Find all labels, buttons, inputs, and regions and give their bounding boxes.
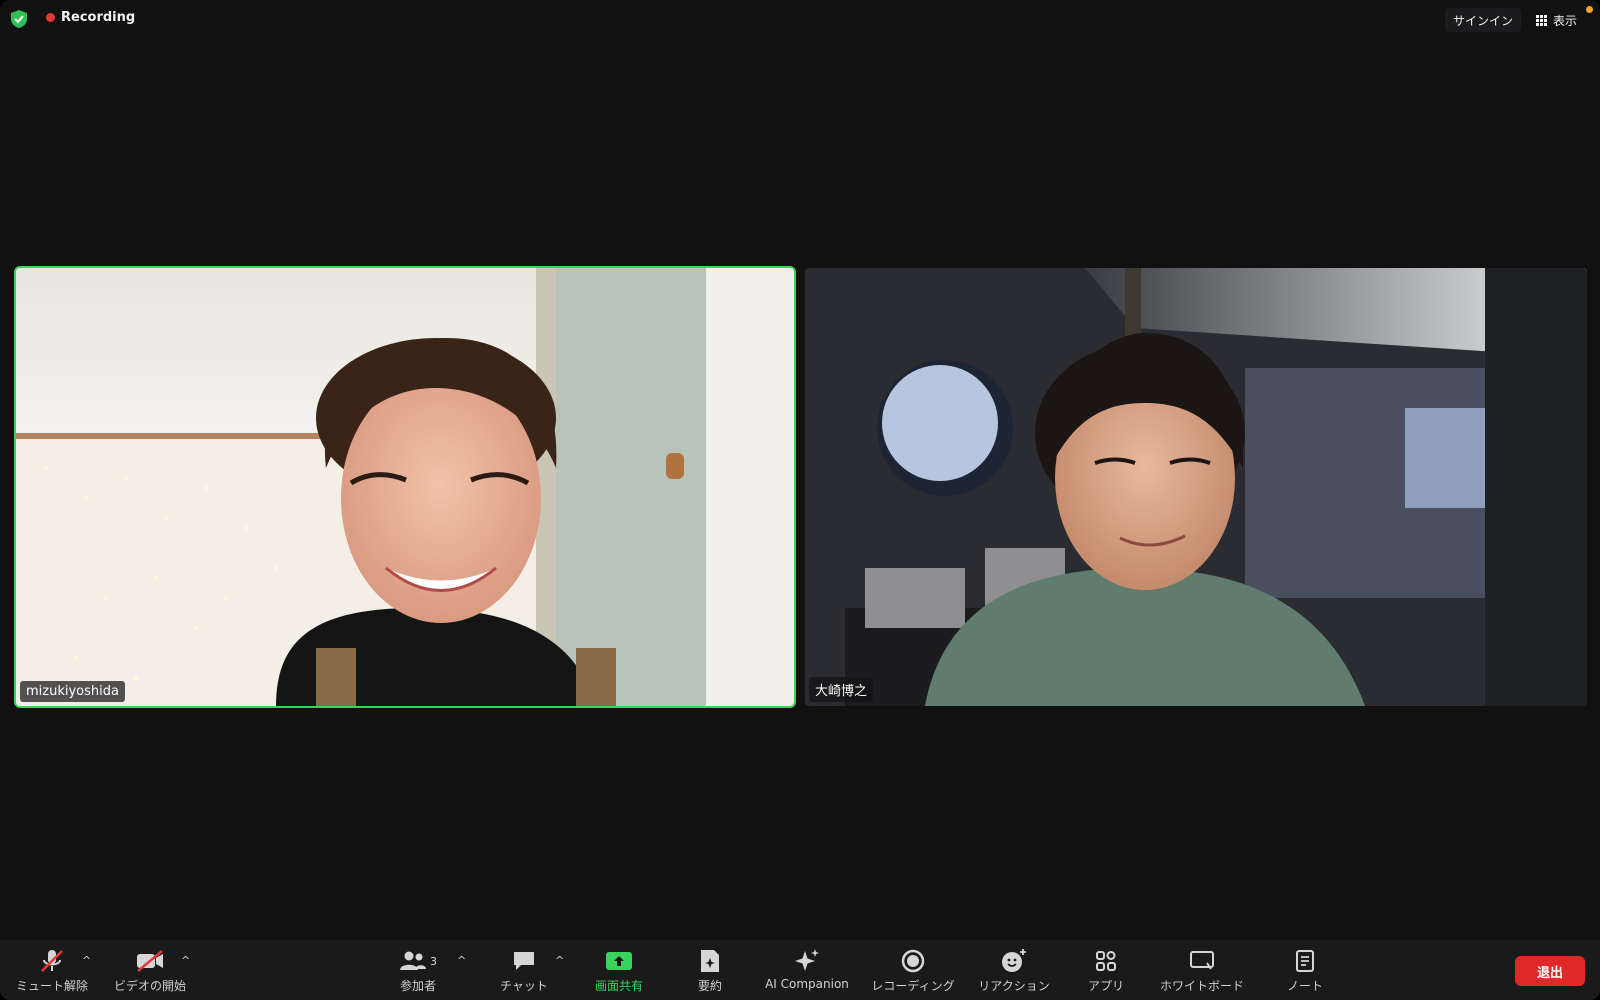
participant-name-tag: 大崎博之 bbox=[809, 677, 874, 702]
whiteboard-label: ホワイトボード bbox=[1159, 979, 1244, 993]
signin-button[interactable]: サインイン bbox=[1445, 8, 1522, 32]
mute-label: ミュート解除 bbox=[15, 979, 88, 993]
summary-label: 要約 bbox=[697, 979, 722, 993]
chat-options-caret[interactable]: ^ bbox=[555, 954, 564, 967]
recording-label: Recording bbox=[61, 10, 136, 25]
participants-options-caret[interactable]: ^ bbox=[457, 954, 466, 967]
apps-icon bbox=[1094, 948, 1118, 974]
view-button[interactable]: 表示 bbox=[1530, 8, 1583, 32]
participants-label: 参加者 bbox=[399, 979, 436, 993]
chat-bubble-icon bbox=[511, 948, 537, 974]
reactions-button[interactable]: リアクション bbox=[976, 948, 1052, 996]
notes-label: ノート bbox=[1286, 979, 1323, 993]
apps-label: アプリ bbox=[1087, 979, 1124, 993]
signin-label: サインイン bbox=[1453, 13, 1514, 28]
share-screen-button[interactable]: 画面共有 bbox=[588, 948, 650, 996]
participants-button[interactable]: 3 参加者 bbox=[388, 948, 448, 996]
video-options-caret[interactable]: ^ bbox=[181, 954, 190, 967]
chat-label: チャット bbox=[500, 979, 548, 993]
mute-options-caret[interactable]: ^ bbox=[82, 954, 91, 967]
share-label: 画面共有 bbox=[594, 979, 643, 993]
participant-video-feed bbox=[805, 268, 1587, 706]
microphone-muted-icon bbox=[39, 948, 65, 974]
reactions-label: リアクション bbox=[978, 979, 1050, 993]
security-shield-icon[interactable] bbox=[11, 10, 27, 28]
view-label: 表示 bbox=[1553, 13, 1578, 28]
video-off-icon bbox=[135, 948, 165, 974]
chat-button[interactable]: チャット bbox=[494, 948, 554, 996]
whiteboard-icon bbox=[1189, 948, 1215, 974]
notes-button[interactable]: ノート bbox=[1282, 948, 1328, 996]
recording-indicator[interactable]: Recording bbox=[46, 10, 135, 25]
participants-icon bbox=[400, 951, 426, 970]
video-label: ビデオの開始 bbox=[113, 979, 186, 993]
whiteboard-button[interactable]: ホワイトボード bbox=[1157, 948, 1247, 996]
zoom-meeting-window: Recording サインイン 表示 mizukiyoshida 大崎博之 ミュ… bbox=[0, 0, 1600, 1000]
ai-companion-label: AI Companion bbox=[765, 977, 849, 991]
video-tile-mizukiyoshida[interactable]: mizukiyoshida bbox=[16, 268, 794, 706]
recording-dot-icon bbox=[46, 13, 55, 22]
smiley-plus-icon bbox=[1000, 948, 1028, 974]
participant-video-feed bbox=[16, 268, 794, 706]
share-screen-icon bbox=[605, 948, 633, 974]
record-label: レコーディング bbox=[871, 979, 955, 993]
participant-name-tag: mizukiyoshida bbox=[20, 681, 125, 702]
record-circle-icon bbox=[900, 948, 926, 974]
document-sparkle-icon bbox=[699, 948, 721, 974]
participants-count: 3 bbox=[430, 954, 437, 968]
meeting-toolbar: ミュート解除 ^ ビデオの開始 ^ 3 参加者 ^ チャット ^ 画面共有 要約… bbox=[0, 940, 1600, 1000]
mute-button[interactable]: ミュート解除 bbox=[12, 948, 92, 996]
record-button[interactable]: レコーディング bbox=[868, 948, 958, 996]
ai-companion-button[interactable]: AI Companion bbox=[762, 948, 852, 996]
grid-view-icon bbox=[1536, 14, 1547, 26]
sparkle-icon bbox=[793, 948, 821, 974]
start-video-button[interactable]: ビデオの開始 bbox=[110, 948, 190, 996]
leave-button[interactable]: 退出 bbox=[1515, 956, 1585, 986]
notes-icon bbox=[1294, 948, 1316, 974]
video-tile-osaki[interactable]: 大崎博之 bbox=[805, 268, 1587, 706]
apps-button[interactable]: アプリ bbox=[1086, 948, 1126, 996]
summary-button[interactable]: 要約 bbox=[690, 948, 730, 996]
notification-dot bbox=[1586, 6, 1593, 13]
leave-label: 退出 bbox=[1536, 965, 1563, 981]
